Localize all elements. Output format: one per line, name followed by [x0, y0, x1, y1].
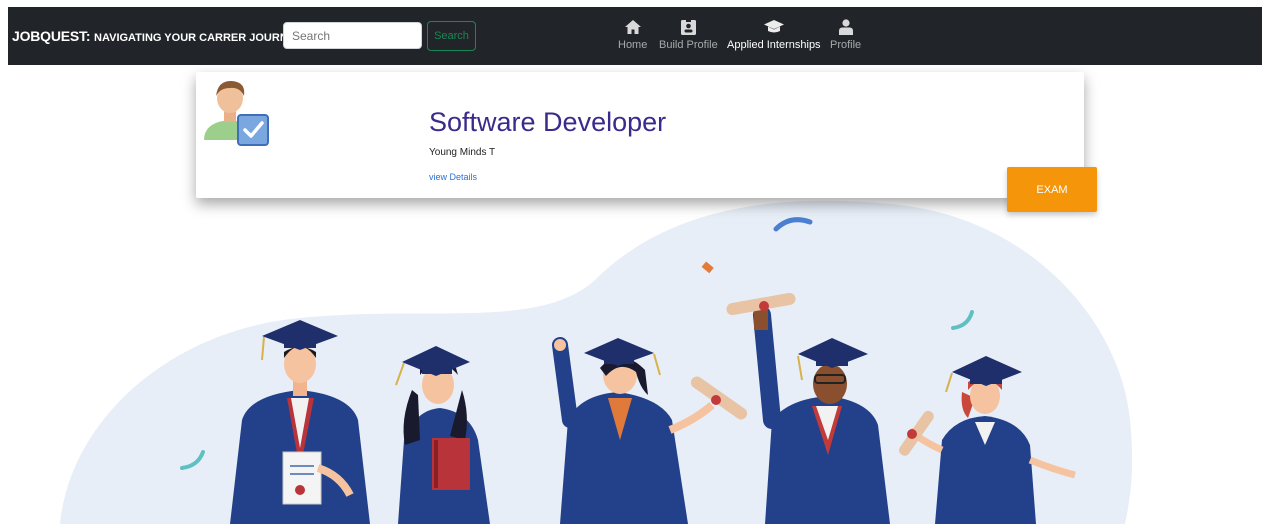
- brand-sub: NAVIGATING YOUR CARRER JOURNEY: [94, 32, 303, 44]
- company-name: Young Minds T: [429, 147, 496, 158]
- user-icon: [838, 17, 853, 37]
- graduates-illustration: [60, 200, 1133, 524]
- page: JOBQUEST: NAVIGATING YOUR CARRER JOURNEY…: [0, 0, 1270, 524]
- nav-label-applied-internships: Applied Internships: [727, 39, 821, 51]
- nav-item-applied-internships[interactable]: Applied Internships: [727, 17, 821, 51]
- nav-label-profile: Profile: [830, 39, 862, 51]
- nav-item-build-profile[interactable]: Build Profile: [659, 17, 718, 51]
- internship-card: Software Developer Young Minds T view De…: [196, 72, 1084, 198]
- view-details-link[interactable]: view Details: [429, 172, 477, 182]
- nav-item-home[interactable]: Home: [618, 17, 647, 51]
- job-title: Software Developer: [429, 107, 667, 137]
- nav-label-home: Home: [618, 39, 648, 51]
- home-icon: [624, 17, 641, 37]
- search-button[interactable]: Search: [427, 21, 476, 51]
- graduation-cap-icon: [763, 17, 784, 37]
- id-badge-icon: [680, 17, 696, 37]
- nav-label-build-profile: Build Profile: [659, 39, 718, 51]
- exam-button[interactable]: EXAM: [1007, 167, 1097, 212]
- brand-logo[interactable]: JOBQUEST: NAVIGATING YOUR CARRER JOURNEY: [12, 28, 302, 44]
- verified-user-icon: [202, 78, 270, 155]
- top-navbar: JOBQUEST: NAVIGATING YOUR CARRER JOURNEY…: [8, 7, 1262, 65]
- search-input[interactable]: [283, 22, 422, 49]
- brand-main: JOBQUEST:: [12, 28, 91, 44]
- nav-item-profile[interactable]: Profile: [830, 17, 861, 51]
